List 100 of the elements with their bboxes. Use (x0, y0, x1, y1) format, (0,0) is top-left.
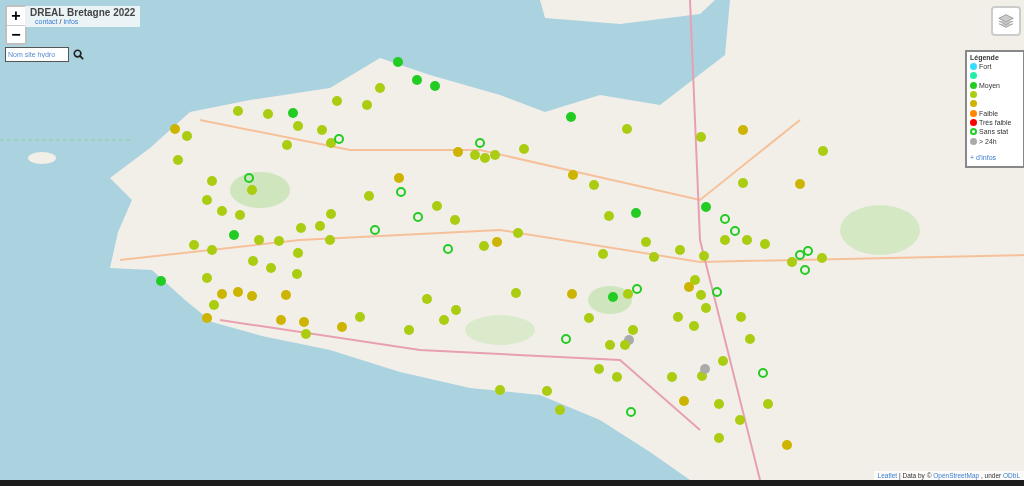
station-marker[interactable] (631, 208, 641, 218)
station-marker[interactable] (649, 252, 659, 262)
station-marker[interactable] (182, 131, 192, 141)
station-marker[interactable] (315, 221, 325, 231)
station-marker[interactable] (735, 415, 745, 425)
station-marker[interactable] (207, 176, 217, 186)
station-marker[interactable] (274, 236, 284, 246)
station-marker[interactable] (480, 153, 490, 163)
station-marker[interactable] (513, 228, 523, 238)
station-marker[interactable] (495, 385, 505, 395)
station-marker[interactable] (393, 57, 403, 67)
station-marker[interactable] (443, 244, 453, 254)
station-marker[interactable] (475, 138, 485, 148)
station-marker[interactable] (511, 288, 521, 298)
station-marker[interactable] (760, 239, 770, 249)
station-marker[interactable] (745, 334, 755, 344)
station-marker[interactable] (712, 287, 722, 297)
station-marker[interactable] (326, 138, 336, 148)
zoom-out-button[interactable]: − (7, 25, 25, 43)
station-marker[interactable] (173, 155, 183, 165)
station-marker[interactable] (782, 440, 792, 450)
station-marker[interactable] (247, 185, 257, 195)
station-marker[interactable] (276, 315, 286, 325)
station-marker[interactable] (817, 253, 827, 263)
station-marker[interactable] (714, 433, 724, 443)
station-marker[interactable] (620, 340, 630, 350)
layers-button[interactable] (991, 6, 1021, 36)
station-marker[interactable] (281, 290, 291, 300)
station-marker[interactable] (293, 121, 303, 131)
station-marker[interactable] (370, 225, 380, 235)
station-marker[interactable] (626, 407, 636, 417)
station-marker[interactable] (720, 214, 730, 224)
station-marker[interactable] (439, 315, 449, 325)
station-marker[interactable] (337, 322, 347, 332)
station-marker[interactable] (567, 289, 577, 299)
station-marker[interactable] (714, 399, 724, 409)
station-marker[interactable] (233, 106, 243, 116)
station-marker[interactable] (787, 257, 797, 267)
station-marker[interactable] (451, 305, 461, 315)
station-marker[interactable] (623, 289, 633, 299)
station-marker[interactable] (301, 329, 311, 339)
station-marker[interactable] (701, 303, 711, 313)
station-marker[interactable] (594, 364, 604, 374)
station-marker[interactable] (235, 210, 245, 220)
station-marker[interactable] (233, 287, 243, 297)
station-marker[interactable] (701, 202, 711, 212)
search-button[interactable] (71, 47, 86, 62)
station-marker[interactable] (604, 211, 614, 221)
station-marker[interactable] (490, 150, 500, 160)
station-marker[interactable] (282, 140, 292, 150)
station-marker[interactable] (189, 240, 199, 250)
station-marker[interactable] (412, 75, 422, 85)
station-marker[interactable] (362, 100, 372, 110)
station-marker[interactable] (605, 340, 615, 350)
station-marker[interactable] (738, 178, 748, 188)
station-marker[interactable] (293, 248, 303, 258)
station-marker[interactable] (561, 334, 571, 344)
station-marker[interactable] (207, 245, 217, 255)
station-marker[interactable] (589, 180, 599, 190)
station-marker[interactable] (584, 313, 594, 323)
station-marker[interactable] (432, 201, 442, 211)
station-marker[interactable] (217, 206, 227, 216)
station-marker[interactable] (292, 269, 302, 279)
station-marker[interactable] (375, 83, 385, 93)
station-marker[interactable] (818, 146, 828, 156)
station-marker[interactable] (684, 282, 694, 292)
station-marker[interactable] (170, 124, 180, 134)
station-marker[interactable] (608, 292, 618, 302)
station-marker[interactable] (679, 396, 689, 406)
station-marker[interactable] (247, 291, 257, 301)
station-marker[interactable] (800, 265, 810, 275)
station-marker[interactable] (334, 134, 344, 144)
station-marker[interactable] (641, 237, 651, 247)
station-marker[interactable] (453, 147, 463, 157)
station-marker[interactable] (325, 235, 335, 245)
station-marker[interactable] (628, 325, 638, 335)
station-marker[interactable] (758, 368, 768, 378)
station-marker[interactable] (209, 300, 219, 310)
station-marker[interactable] (700, 364, 710, 374)
station-marker[interactable] (202, 195, 212, 205)
station-marker[interactable] (612, 372, 622, 382)
station-marker[interactable] (699, 251, 709, 261)
station-marker[interactable] (396, 187, 406, 197)
station-marker[interactable] (413, 212, 423, 222)
station-marker[interactable] (263, 109, 273, 119)
station-marker[interactable] (696, 290, 706, 300)
station-marker[interactable] (622, 124, 632, 134)
station-marker[interactable] (696, 132, 706, 142)
station-marker[interactable] (254, 235, 264, 245)
station-marker[interactable] (422, 294, 432, 304)
station-marker[interactable] (470, 150, 480, 160)
station-marker[interactable] (763, 399, 773, 409)
station-marker[interactable] (394, 173, 404, 183)
station-marker[interactable] (332, 96, 342, 106)
station-marker[interactable] (364, 191, 374, 201)
station-marker[interactable] (598, 249, 608, 259)
station-marker[interactable] (317, 125, 327, 135)
station-marker[interactable] (675, 245, 685, 255)
station-marker[interactable] (202, 313, 212, 323)
station-marker[interactable] (738, 125, 748, 135)
